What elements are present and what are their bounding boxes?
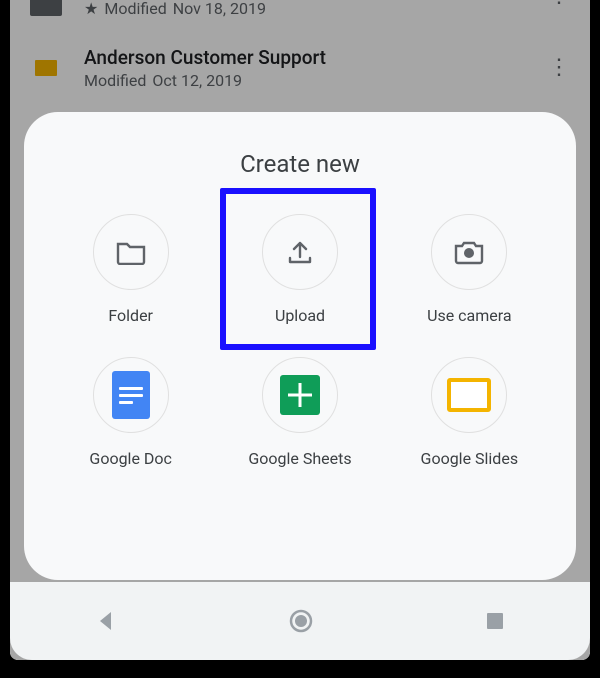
- option-label: Upload: [275, 306, 325, 325]
- google-slides-icon: [431, 357, 507, 433]
- option-label: Use camera: [427, 306, 512, 325]
- nav-recent-button[interactable]: [485, 611, 505, 631]
- upload-icon: [262, 214, 338, 290]
- create-folder-button[interactable]: Folder: [46, 214, 215, 325]
- create-slides-button[interactable]: Google Slides: [385, 357, 554, 468]
- folder-icon: [93, 214, 169, 290]
- camera-icon: [431, 214, 507, 290]
- android-nav-bar: [10, 582, 590, 660]
- google-doc-icon: [93, 357, 169, 433]
- create-new-sheet: Create new Folder Upload Use camera: [24, 112, 576, 580]
- google-sheets-icon: [262, 357, 338, 433]
- option-label: Google Doc: [89, 449, 171, 468]
- nav-back-button[interactable]: [95, 610, 117, 632]
- create-camera-button[interactable]: Use camera: [385, 214, 554, 325]
- sheet-title: Create new: [46, 150, 554, 178]
- nav-home-button[interactable]: [288, 608, 314, 634]
- option-label: Folder: [108, 306, 153, 325]
- create-sheets-button[interactable]: Google Sheets: [215, 357, 384, 468]
- create-doc-button[interactable]: Google Doc: [46, 357, 215, 468]
- option-label: Google Slides: [421, 449, 519, 468]
- option-label: Google Sheets: [248, 449, 351, 468]
- create-upload-button[interactable]: Upload: [215, 214, 384, 325]
